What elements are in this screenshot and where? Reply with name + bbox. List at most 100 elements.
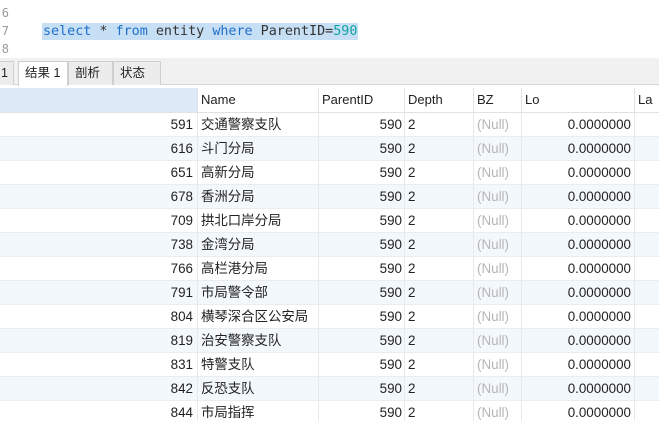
cell-bz[interactable]: (Null) [474,281,522,304]
cell-depth[interactable]: 2 [405,209,474,232]
cell-lo[interactable]: 0.0000000 [522,233,635,256]
cell-la[interactable] [635,161,659,184]
cell-name[interactable]: 特警支队 [198,353,319,376]
cell-la[interactable] [635,377,659,400]
cell-name[interactable]: 拱北口岸分局 [198,209,319,232]
cell-depth[interactable]: 2 [405,305,474,328]
cell-depth[interactable]: 2 [405,329,474,352]
cell-bz[interactable]: (Null) [474,161,522,184]
cell-bz[interactable]: (Null) [474,305,522,328]
cell-bz[interactable]: (Null) [474,257,522,280]
cell-id[interactable]: 819 [0,329,198,352]
cell-la[interactable] [635,353,659,376]
column-header-name[interactable]: Name [198,88,319,112]
table-row[interactable]: 804 横琴深合区公安局 590 2 (Null) 0.0000000 [0,305,659,329]
cell-depth[interactable]: 2 [405,137,474,160]
cell-lo[interactable]: 0.0000000 [522,209,635,232]
cell-lo[interactable]: 0.0000000 [522,113,635,136]
table-row[interactable]: 738 金湾分局 590 2 (Null) 0.0000000 [0,233,659,257]
cell-id[interactable]: 831 [0,353,198,376]
column-header-bz[interactable]: BZ [474,88,522,112]
table-row[interactable]: 819 治安警察支队 590 2 (Null) 0.0000000 [0,329,659,353]
table-row[interactable]: 844 市局指挥 590 2 (Null) 0.0000000 [0,401,659,421]
column-header-lo[interactable]: Lo [522,88,635,112]
cell-depth[interactable]: 2 [405,281,474,304]
cell-la[interactable] [635,113,659,136]
cell-la[interactable] [635,185,659,208]
cell-parentid[interactable]: 590 [319,185,405,208]
cell-bz[interactable]: (Null) [474,233,522,256]
cell-la[interactable] [635,305,659,328]
cell-parentid[interactable]: 590 [319,329,405,352]
cell-id[interactable]: 844 [0,401,198,421]
cell-parentid[interactable]: 590 [319,305,405,328]
cell-name[interactable]: 斗门分局 [198,137,319,160]
cell-parentid[interactable]: 590 [319,137,405,160]
cell-id[interactable]: 738 [0,233,198,256]
cell-lo[interactable]: 0.0000000 [522,257,635,280]
cell-name[interactable]: 市局指挥 [198,401,319,421]
cell-id[interactable]: 766 [0,257,198,280]
table-row[interactable]: 831 特警支队 590 2 (Null) 0.0000000 [0,353,659,377]
tab-result-1[interactable]: 结果 1 [18,61,68,86]
table-row[interactable]: 842 反恐支队 590 2 (Null) 0.0000000 [0,377,659,401]
cell-lo[interactable]: 0.0000000 [522,137,635,160]
tab-message[interactable]: 1 [0,61,14,85]
cell-bz[interactable]: (Null) [474,209,522,232]
column-header-la[interactable]: La [635,88,659,112]
cell-parentid[interactable]: 590 [319,281,405,304]
cell-name[interactable]: 金湾分局 [198,233,319,256]
column-header-id[interactable] [0,88,198,112]
cell-la[interactable] [635,209,659,232]
sql-editor[interactable]: 6 7 8 select * from entity where ParentI… [0,0,659,58]
cell-id[interactable]: 616 [0,137,198,160]
cell-lo[interactable]: 0.0000000 [522,305,635,328]
column-header-parentid[interactable]: ParentID [319,88,405,112]
cell-lo[interactable]: 0.0000000 [522,161,635,184]
cell-name[interactable]: 交通警察支队 [198,113,319,136]
sql-query-line[interactable]: select * from entity where ParentID=590 [42,23,359,40]
cell-lo[interactable]: 0.0000000 [522,353,635,376]
cell-name[interactable]: 香洲分局 [198,185,319,208]
cell-parentid[interactable]: 590 [319,353,405,376]
cell-bz[interactable]: (Null) [474,185,522,208]
cell-id[interactable]: 591 [0,113,198,136]
cell-lo[interactable]: 0.0000000 [522,329,635,352]
table-row[interactable]: 709 拱北口岸分局 590 2 (Null) 0.0000000 [0,209,659,233]
cell-bz[interactable]: (Null) [474,137,522,160]
tab-status[interactable]: 状态 [113,61,161,85]
cell-lo[interactable]: 0.0000000 [522,401,635,421]
cell-id[interactable]: 709 [0,209,198,232]
cell-parentid[interactable]: 590 [319,233,405,256]
cell-la[interactable] [635,233,659,256]
table-row[interactable]: 591 交通警察支队 590 2 (Null) 0.0000000 [0,113,659,137]
cell-id[interactable]: 804 [0,305,198,328]
cell-depth[interactable]: 2 [405,401,474,421]
cell-lo[interactable]: 0.0000000 [522,185,635,208]
cell-depth[interactable]: 2 [405,113,474,136]
cell-parentid[interactable]: 590 [319,113,405,136]
cell-depth[interactable]: 2 [405,353,474,376]
cell-depth[interactable]: 2 [405,161,474,184]
result-grid[interactable]: Name ParentID Depth BZ Lo La 591 交通警察支队 … [0,88,659,421]
cell-la[interactable] [635,401,659,421]
cell-depth[interactable]: 2 [405,185,474,208]
cell-depth[interactable]: 2 [405,377,474,400]
cell-bz[interactable]: (Null) [474,377,522,400]
cell-bz[interactable]: (Null) [474,353,522,376]
cell-name[interactable]: 市局警令部 [198,281,319,304]
cell-bz[interactable]: (Null) [474,329,522,352]
cell-la[interactable] [635,257,659,280]
cell-depth[interactable]: 2 [405,257,474,280]
cell-parentid[interactable]: 590 [319,401,405,421]
cell-la[interactable] [635,281,659,304]
cell-name[interactable]: 高新分局 [198,161,319,184]
cell-parentid[interactable]: 590 [319,257,405,280]
table-row[interactable]: 791 市局警令部 590 2 (Null) 0.0000000 [0,281,659,305]
cell-bz[interactable]: (Null) [474,401,522,421]
cell-parentid[interactable]: 590 [319,161,405,184]
column-header-depth[interactable]: Depth [405,88,474,112]
table-row[interactable]: 651 高新分局 590 2 (Null) 0.0000000 [0,161,659,185]
cell-id[interactable]: 651 [0,161,198,184]
cell-id[interactable]: 842 [0,377,198,400]
